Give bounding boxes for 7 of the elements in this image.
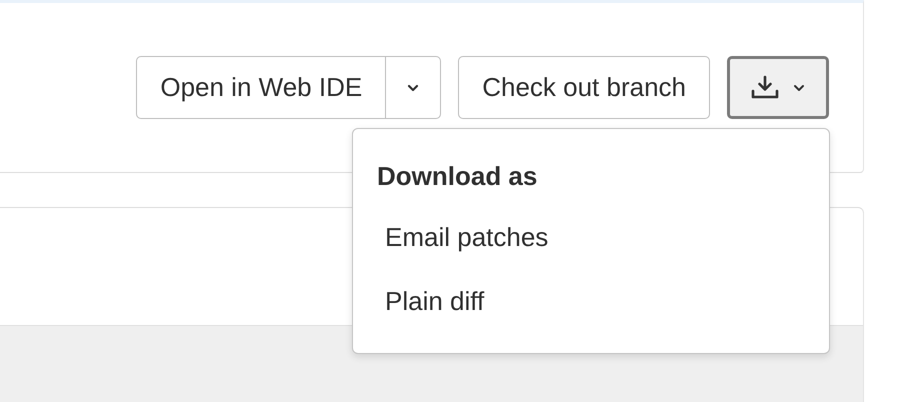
web-ide-button[interactable]: Open in Web IDE	[136, 56, 386, 119]
checkout-branch-button[interactable]: Check out branch	[458, 56, 710, 119]
menu-item[interactable]: Plain diff	[353, 282, 829, 346]
menu-heading: Download as	[376, 161, 538, 192]
download-icon	[750, 74, 780, 102]
download-button[interactable]	[727, 56, 829, 119]
menu-item[interactable]: Email patches	[353, 218, 829, 282]
